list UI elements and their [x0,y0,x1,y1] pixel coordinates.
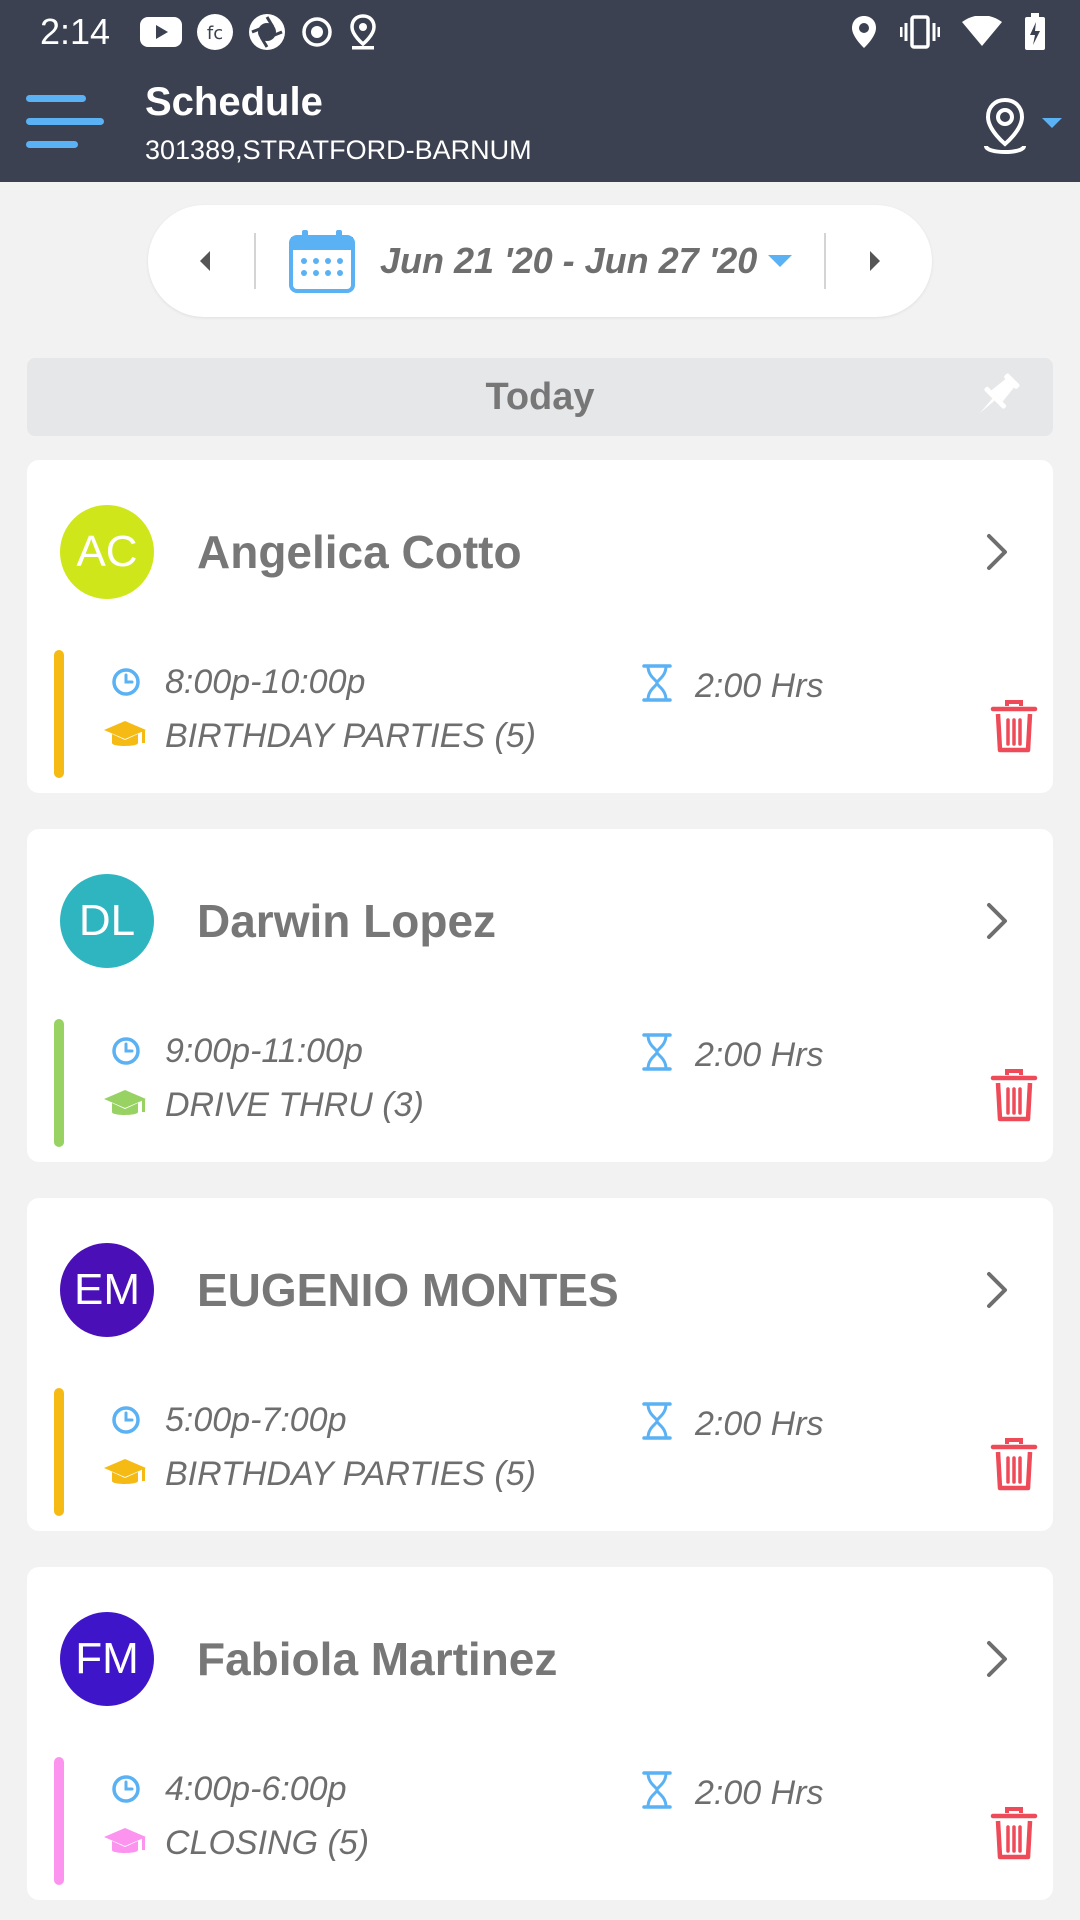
caret-right-icon [870,251,880,271]
avatar: AC [60,505,154,599]
shift-time: 5:00p-7:00p [165,1401,347,1439]
shift-duration: 2:00 Hrs [695,1036,824,1074]
shift-duration: 2:00 Hrs [695,1774,824,1812]
chevron-right-icon[interactable] [977,528,1017,576]
hamburger-menu-icon[interactable] [26,92,106,152]
shift-card[interactable]: EM EUGENIO MONTES 5:00p-7:00p BIRTHDAY PART… [27,1198,1053,1531]
clock-icon [112,668,140,696]
pin-icon[interactable] [969,368,1025,424]
battery-charging-icon [1025,13,1045,50]
employee-name: Angelica Cotto [197,526,522,578]
calendar-icon[interactable] [288,229,356,293]
shift-time: 9:00p-11:00p [165,1032,363,1070]
youtube-icon [140,17,182,47]
clock-icon [112,1406,140,1434]
page-title: Schedule [145,80,323,124]
shift-card[interactable]: AC Angelica Cotto 8:00p-10:00p BIRTHDAY PAR… [27,460,1053,793]
store-subtitle: 301389,STRATFORD-BARNUM [145,135,532,165]
location-pin-icon [984,97,1062,154]
hourglass-icon [642,1402,672,1440]
graduation-cap-icon [104,1090,146,1115]
hourglass-icon [642,664,672,702]
position-label: CLOSING (5) [165,1824,370,1862]
location-pin-icon [350,14,376,50]
status-system-icons [850,12,1046,52]
date-range-selector: Jun 21 '20 - Jun 27 '20 [148,205,932,317]
fc-app-icon: fc [197,14,233,50]
chevron-right-icon[interactable] [977,1635,1017,1683]
clock-icon [112,1037,140,1065]
position-label: BIRTHDAY PARTIES (5) [165,1455,536,1493]
delete-icon[interactable] [979,1061,1049,1131]
chevron-right-icon[interactable] [977,897,1017,945]
position-color-bar [54,1757,64,1885]
location-icon [852,16,876,48]
app-bar: Schedule 301389,STRATFORD-BARNUM [0,64,1080,182]
avatar: EM [60,1243,154,1337]
chevron-right-icon[interactable] [977,1266,1017,1314]
status-notification-icons: fc [140,12,378,52]
section-header-today: Today [27,358,1053,436]
position-label: BIRTHDAY PARTIES (5) [165,717,536,755]
shift-card[interactable]: FM Fabiola Martinez 4:00p-6:00p CLOSING (5)… [27,1567,1053,1900]
position-color-bar [54,650,64,778]
employee-name: EUGENIO MONTES [197,1264,619,1316]
graduation-cap-icon [104,1828,146,1853]
graduation-cap-icon [104,721,146,746]
status-time: 2:14 [40,11,111,52]
svg-text:fc: fc [207,23,223,44]
position-color-bar [54,1019,64,1147]
status-bar: 2:14 fc [0,0,1080,64]
shift-card[interactable]: DL Darwin Lopez 9:00p-11:00p DRIVE THRU (3)… [27,829,1053,1162]
location-button[interactable] [972,94,1068,158]
hourglass-icon [642,1771,672,1809]
hourglass-icon [642,1033,672,1071]
delete-icon[interactable] [979,1799,1049,1869]
section-label: Today [485,376,595,418]
caret-down-icon[interactable] [768,253,792,269]
clock-icon [112,1775,140,1803]
delete-icon[interactable] [979,1430,1049,1500]
date-range-label[interactable]: Jun 21 '20 - Jun 27 '20 [380,241,757,281]
avatar: FM [60,1612,154,1706]
divider [254,233,256,289]
shift-time: 4:00p-6:00p [165,1770,347,1808]
next-week-button[interactable] [846,233,902,289]
shift-duration: 2:00 Hrs [695,667,824,705]
shift-duration: 2:00 Hrs [695,1405,824,1443]
previous-week-button[interactable] [178,233,234,289]
position-label: DRIVE THRU (3) [165,1086,424,1124]
graduation-cap-icon [104,1459,146,1484]
position-color-bar [54,1388,64,1516]
shift-time: 8:00p-10:00p [165,663,366,701]
record-icon [302,17,332,47]
divider [824,233,826,289]
wifi-icon [962,16,1002,46]
employee-name: Fabiola Martinez [197,1633,558,1685]
vibrate-icon [900,15,940,49]
avatar: DL [60,874,154,968]
employee-name: Darwin Lopez [197,895,497,947]
caret-left-icon [200,251,210,271]
camera-app-icon [249,14,285,50]
delete-icon[interactable] [979,692,1049,762]
